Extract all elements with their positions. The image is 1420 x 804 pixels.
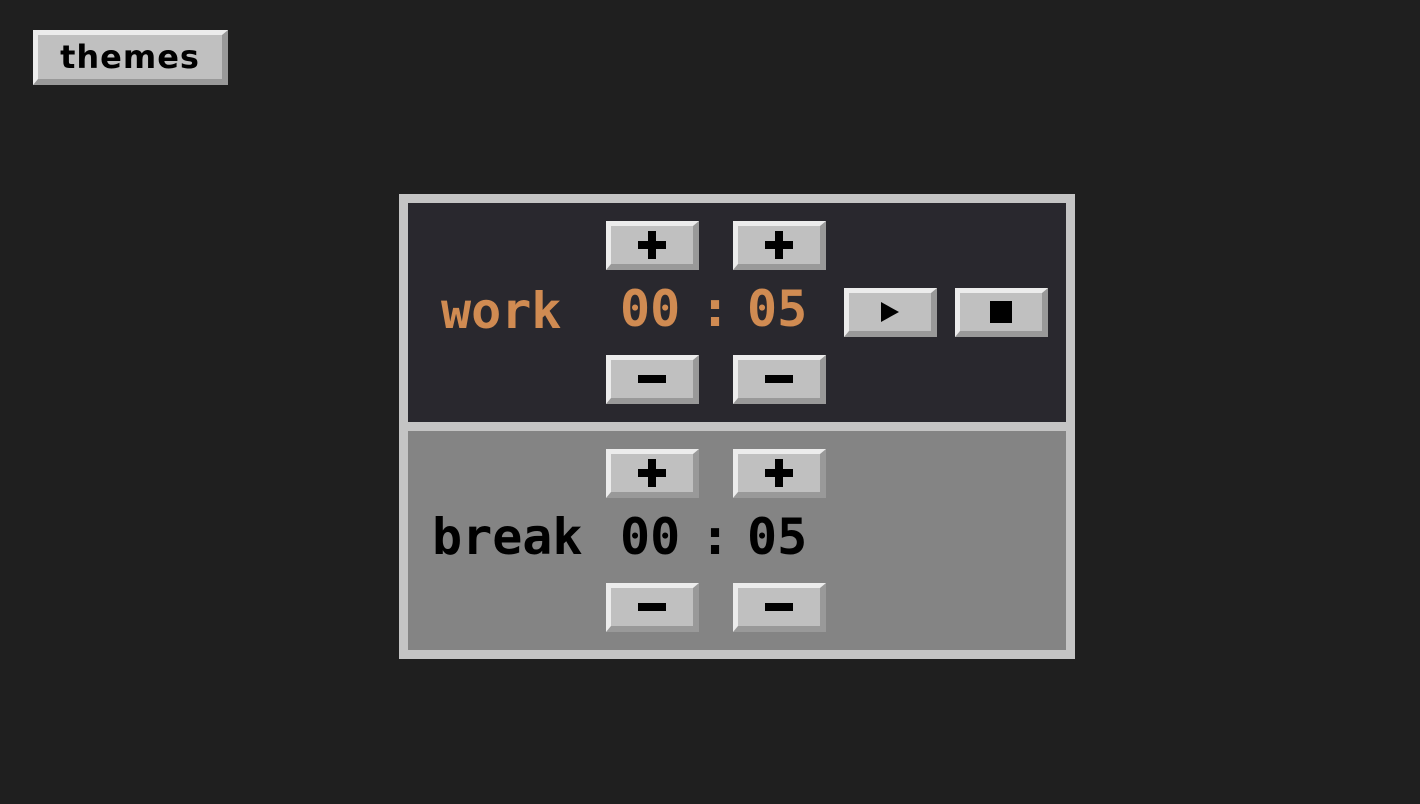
work-minutes-decrement-button[interactable]	[606, 355, 699, 404]
break-seconds-decrement-button[interactable]	[733, 583, 826, 632]
work-minutes: 00	[620, 280, 681, 338]
minus-icon	[765, 375, 793, 383]
work-minutes-increment-button[interactable]	[606, 221, 699, 270]
work-separator: :	[700, 280, 731, 338]
work-seconds-decrement-button[interactable]	[733, 355, 826, 404]
break-minutes-increment-button[interactable]	[606, 449, 699, 498]
work-seconds: 05	[747, 280, 808, 338]
break-minutes: 00	[620, 508, 681, 566]
work-section: work 00 : 05	[408, 203, 1066, 422]
minus-icon	[638, 375, 666, 383]
break-seconds-increment-button[interactable]	[733, 449, 826, 498]
themes-button[interactable]: themes	[33, 30, 228, 85]
break-seconds: 05	[747, 508, 808, 566]
play-icon	[881, 302, 899, 322]
timer-panel: work 00 : 05 break 00 : 05	[399, 194, 1075, 659]
work-label: work	[441, 282, 562, 340]
stop-button[interactable]	[955, 288, 1048, 337]
break-label: break	[432, 508, 583, 566]
break-separator: :	[700, 508, 731, 566]
plus-icon	[765, 231, 793, 259]
break-section: break 00 : 05	[408, 431, 1066, 650]
stop-icon	[990, 301, 1012, 323]
play-button[interactable]	[844, 288, 937, 337]
work-seconds-increment-button[interactable]	[733, 221, 826, 270]
plus-icon	[638, 231, 666, 259]
plus-icon	[638, 459, 666, 487]
minus-icon	[638, 603, 666, 611]
break-minutes-decrement-button[interactable]	[606, 583, 699, 632]
minus-icon	[765, 603, 793, 611]
plus-icon	[765, 459, 793, 487]
